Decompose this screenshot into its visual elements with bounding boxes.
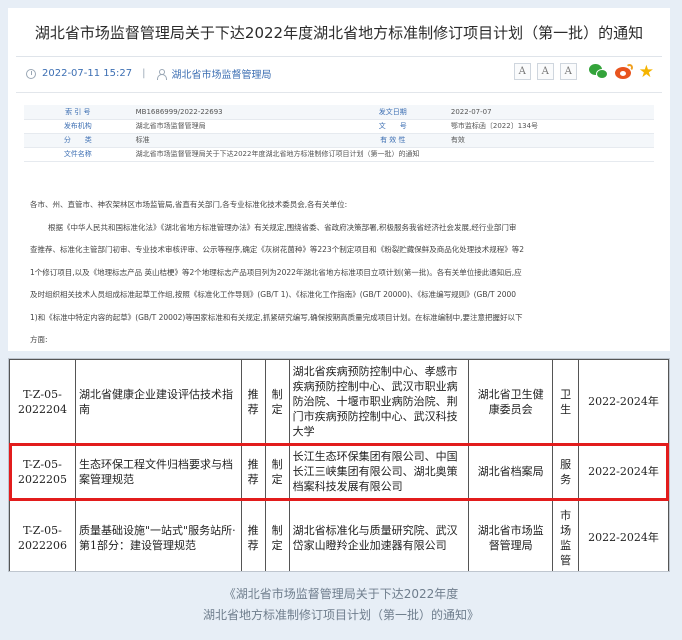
- project-code: T-Z-05-2022206: [9, 499, 76, 571]
- project-type: 推荐: [240, 499, 266, 571]
- competent-department: 湖北省档案局: [468, 443, 554, 500]
- project-period: 2022-2024年: [578, 359, 669, 444]
- info-row: 发布机构 湖北省市场监督管理局 文 号 鄂市监标函〔2022〕134号: [24, 119, 654, 134]
- project-field: 市场监管: [552, 499, 580, 571]
- info-value: 有效: [446, 133, 654, 148]
- page-title: 湖北省市场监督管理局关于下达2022年度湖北省地方标准制修订项目计划（第一批）的…: [34, 24, 644, 42]
- body-line: 1)和《标准中特定内容的起草》(GB/T 20002)等国家标准和有关规定,抓紧…: [30, 312, 523, 322]
- info-value: 湖北省市场监督管理局关于下达2022年度湖北省地方标准制修订项目计划（第一批）的…: [131, 147, 654, 162]
- person-icon: [156, 68, 167, 80]
- body-line: 及时组织相关技术人员组成标准起草工作组,按照《标准化工作导则》(GB/T 1)、…: [30, 290, 517, 299]
- title-divider: [16, 56, 662, 57]
- project-code: T-Z-05-2022205: [9, 443, 76, 500]
- table-row: T-Z-05-2022206 质量基础设施"一站式"服务站所·第1部分：建设管理…: [9, 499, 669, 571]
- info-value: 湖北省市场监督管理局: [131, 119, 339, 134]
- source-link[interactable]: 湖北省市场监督管理局: [172, 66, 272, 81]
- notice-body: 各市、州、直管市、神农架林区市场监管局,省直有关部门,各专业标准化技术委员会,各…: [30, 194, 656, 352]
- image-caption: 《湖北省市场监督管理局关于下达2022年度 湖北省地方标准制修订项目计划（第一批…: [0, 584, 682, 626]
- project-code: T-Z-05-2022204: [9, 359, 76, 444]
- project-table-image: T-Z-05-2022204 湖北省健康企业建设评估技术指南 推荐 制定 湖北省…: [8, 358, 670, 572]
- info-row: 分 类 标准 有 效 性 有效: [24, 133, 654, 148]
- project-type: 推荐: [240, 443, 266, 500]
- meta-divider: [16, 92, 662, 93]
- project-name: 湖北省健康企业建设评估技术指南: [74, 359, 242, 444]
- info-label: 文件名称: [24, 147, 132, 162]
- wechat-icon[interactable]: [588, 63, 609, 80]
- info-value: 鄂市监标函〔2022〕134号: [446, 119, 654, 134]
- info-value: 2022-07-07: [446, 105, 654, 120]
- competent-department: 湖北省卫生健康委员会: [468, 359, 554, 444]
- table-row: T-Z-05-2022204 湖北省健康企业建设评估技术指南 推荐 制定 湖北省…: [9, 359, 669, 444]
- info-label: 有 效 性: [338, 133, 447, 148]
- weibo-icon[interactable]: [614, 63, 633, 80]
- drafting-units: 湖北省标准化与质量研究院、武汉岱家山瞪羚企业加速器有限公司: [288, 499, 470, 571]
- info-label: 文 号: [338, 119, 447, 134]
- info-value: 标准: [131, 133, 339, 148]
- body-line: 方面:: [30, 335, 48, 344]
- info-row: 文件名称 湖北省市场监督管理局关于下达2022年度湖北省地方标准制修订项目计划（…: [24, 147, 654, 162]
- info-row: 索 引 号 MB1686999/2022-22693 发文日期 2022-07-…: [24, 105, 654, 120]
- drafting-units: 长江生态环保集团有限公司、中国长江三峡集团有限公司、湖北奥策档案科技发展有限公司: [288, 443, 470, 500]
- star-icon[interactable]: ★: [639, 63, 654, 80]
- info-label: 索 引 号: [24, 105, 132, 120]
- project-type: 推荐: [240, 359, 266, 444]
- project-period: 2022-2024年: [578, 499, 669, 571]
- font-medium-button[interactable]: A: [536, 63, 554, 80]
- meta-separator: |: [142, 68, 146, 79]
- font-small-button[interactable]: A: [559, 63, 577, 80]
- notice-card: 湖北省市场监督管理局关于下达2022年度湖北省地方标准制修订项目计划（第一批）的…: [8, 8, 670, 351]
- caption-line: 《湖北省市场监督管理局关于下达2022年度: [223, 587, 459, 601]
- publish-date: 2022-07-11 15:27: [42, 68, 133, 79]
- article-meta: 2022-07-11 15:27 | 湖北省市场监督管理局: [26, 66, 272, 81]
- caption-line: 湖北省地方标准制修订项目计划（第一批）的通知》: [202, 608, 479, 622]
- competent-department: 湖北省市场监督管理局: [468, 499, 554, 571]
- body-line: 查推荐、标准化主管部门初审、专业技术审核评审、公示等程序,确定《灰树花菌种》等2…: [30, 245, 524, 254]
- article-tools: A A A ★: [513, 63, 654, 80]
- info-label: 发布机构: [24, 119, 132, 134]
- project-period: 2022-2024年: [578, 443, 669, 500]
- body-line: 根据《中华人民共和国标准化法》《湖北省地方标准管理办法》有关规定,围绕省委、省政…: [48, 222, 517, 232]
- document-info-table: 索 引 号 MB1686999/2022-22693 发文日期 2022-07-…: [24, 105, 654, 162]
- drafting-units: 湖北省疾病预防控制中心、孝感市疾病预防控制中心、武汉市职业病防治院、十堰市职业病…: [288, 359, 470, 444]
- project-nature: 制定: [264, 359, 290, 444]
- body-greeting: 各市、州、直管市、神农架林区市场监管局,省直有关部门,各专业标准化技术委员会,各…: [30, 200, 348, 209]
- project-name: 生态环保工程文件归档要求与档案管理规范: [74, 443, 242, 500]
- project-name: 质量基础设施"一站式"服务站所·第1部分：建设管理规范: [74, 499, 242, 571]
- project-field: 卫生: [552, 359, 580, 444]
- project-field: 服务: [552, 443, 580, 500]
- project-nature: 制定: [264, 443, 290, 500]
- project-nature: 制定: [264, 499, 290, 571]
- info-label: 分 类: [24, 133, 132, 148]
- font-large-button[interactable]: A: [513, 63, 531, 80]
- body-line: 1个修订项目,以及《地理标志产品 英山桔梗》等2个地理标志产品项目列为2022年…: [30, 267, 522, 277]
- project-table: T-Z-05-2022204 湖北省健康企业建设评估技术指南 推荐 制定 湖北省…: [9, 359, 669, 571]
- clock-icon: [26, 68, 36, 79]
- table-row: T-Z-05-2022205 生态环保工程文件归档要求与档案管理规范 推荐 制定…: [9, 443, 669, 500]
- info-label: 发文日期: [338, 105, 447, 120]
- info-value: MB1686999/2022-22693: [131, 105, 339, 120]
